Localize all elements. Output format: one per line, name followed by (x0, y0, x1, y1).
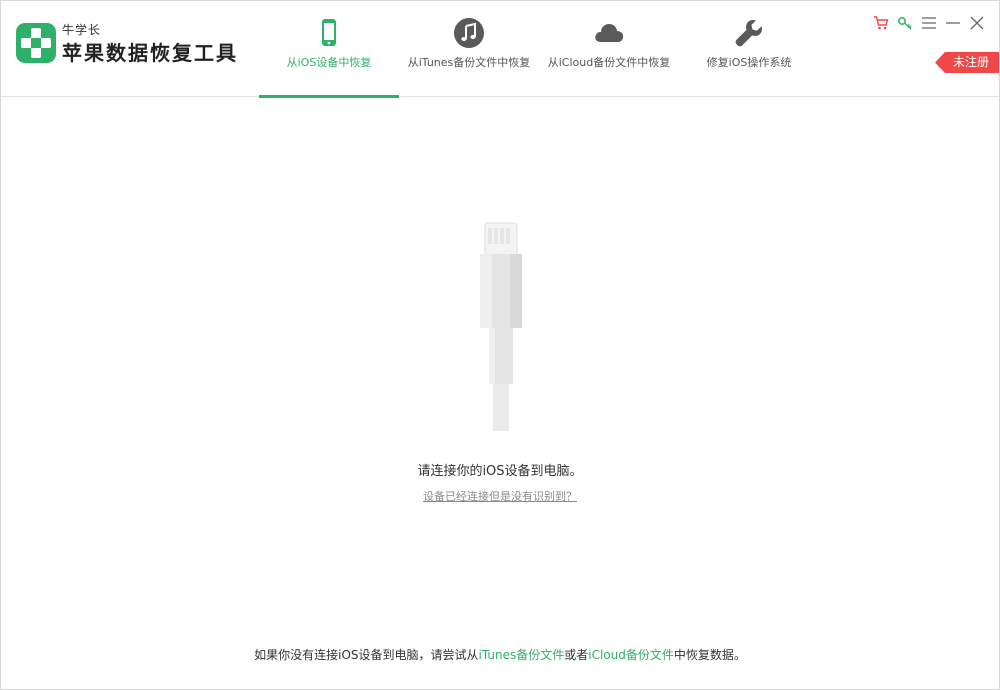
phone-icon (322, 19, 336, 46)
cart-icon[interactable] (873, 15, 889, 31)
menu-icon[interactable] (921, 15, 937, 31)
wrench-icon (735, 20, 762, 47)
footer-text-part: 中恢复数据。 (673, 648, 746, 662)
tab-label: 从iOS设备中恢复 (286, 56, 372, 69)
brand-subtitle: 牛学长 (62, 23, 102, 37)
device-not-detected-link-wrap: 设备已经连接但是没有识别到？ (1, 488, 999, 504)
icloud-backup-link[interactable]: iCloud备份文件 (588, 648, 674, 662)
tab-recover-from-icloud[interactable]: 从iCloud备份文件中恢复 (539, 1, 679, 97)
music-note-icon (454, 18, 484, 48)
unregistered-badge[interactable]: 未注册 (934, 52, 999, 73)
header: 牛学长 苹果数据恢复工具 从iOS设备中恢复 从iTunes备份文件中恢复 从i… (1, 1, 999, 98)
tab-recover-from-itunes[interactable]: 从iTunes备份文件中恢复 (399, 1, 539, 97)
window-controls (873, 15, 985, 31)
connect-device-prompt: 请连接你的iOS设备到电脑。 (417, 464, 583, 479)
device-not-detected-link[interactable]: 设备已经连接但是没有识别到？ (423, 490, 577, 503)
tab-recover-from-ios[interactable]: 从iOS设备中恢复 (259, 1, 399, 98)
lightning-cable-icon (480, 222, 522, 431)
itunes-backup-link[interactable]: iTunes备份文件 (479, 648, 565, 662)
footer-text-part: 或者 (564, 648, 589, 662)
tab-label: 从iTunes备份文件中恢复 (407, 56, 531, 69)
main-tabs: 从iOS设备中恢复 从iTunes备份文件中恢复 从iCloud备份文件中恢复 (259, 1, 819, 98)
tab-label: 修复iOS操作系统 (706, 56, 792, 69)
cloud-icon (595, 24, 624, 42)
close-icon[interactable] (969, 15, 985, 31)
footer-hint: 如果你没有连接iOS设备到电脑，请尝试从iTunes备份文件或者iCloud备份… (1, 646, 999, 663)
footer-text-part: 如果你没有连接iOS设备到电脑，请尝试从 (254, 648, 479, 662)
tab-label: 从iCloud备份文件中恢复 (547, 56, 671, 69)
key-icon[interactable] (897, 15, 913, 31)
tab-repair-ios-system[interactable]: 修复iOS操作系统 (679, 1, 819, 97)
minimize-icon[interactable] (945, 15, 961, 31)
app-title: 苹果数据恢复工具 (62, 41, 238, 65)
app-window: 牛学长 苹果数据恢复工具 从iOS设备中恢复 从iTunes备份文件中恢复 从i… (0, 0, 1000, 690)
logo-icon (16, 23, 56, 63)
